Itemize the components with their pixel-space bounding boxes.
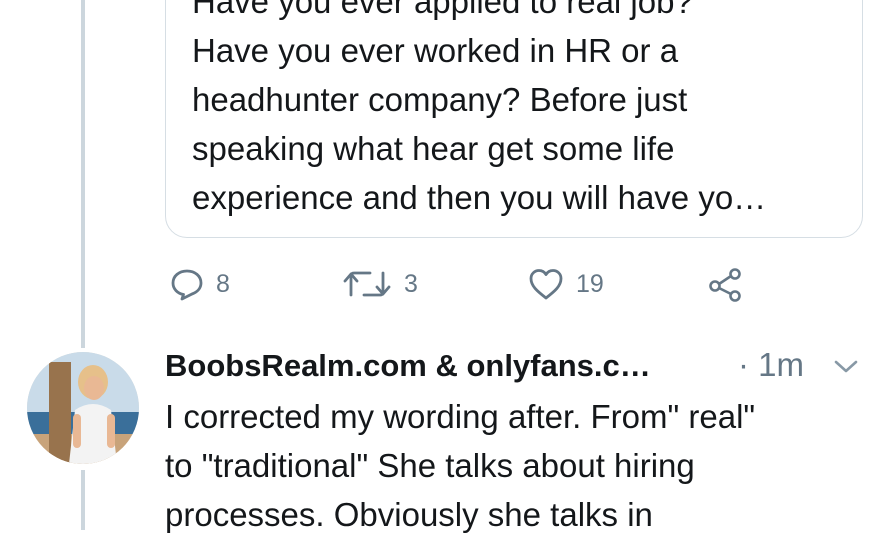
tweet-text-line: I corrected my wording after. From" real… (165, 398, 756, 435)
share-button[interactable] (708, 262, 744, 306)
avatar-photo (27, 352, 139, 464)
tweet-text: I corrected my wording after. From" real… (165, 392, 875, 539)
reply-count: 8 (216, 269, 230, 298)
quoted-tweet-line: headhunter company? Before just (192, 81, 688, 118)
quoted-tweet-line: speaking what hear get some life (192, 130, 675, 167)
thread-line-bottom (81, 470, 85, 530)
avatar[interactable] (27, 352, 139, 464)
quoted-tweet-line: experience and then you will have yo… (192, 179, 767, 216)
quoted-tweet-text: Have you ever applied to real job? Have … (192, 0, 852, 222)
like-count: 19 (576, 269, 604, 298)
quoted-tweet-line: Have you ever applied to real job? (192, 0, 693, 20)
share-icon (708, 266, 744, 302)
retweet-count: 3 (404, 269, 418, 298)
chevron-down-icon[interactable] (833, 358, 859, 381)
like-button[interactable]: 19 (528, 262, 604, 306)
quoted-tweet-line: Have you ever worked in HR or a (192, 32, 679, 69)
retweet-button[interactable]: 3 (342, 262, 418, 306)
tweet-timestamp[interactable]: · 1m (738, 346, 804, 384)
reply-button[interactable]: 8 (170, 262, 230, 306)
tweet-text-line: to "traditional" She talks about hiring (165, 447, 695, 484)
tweet-text-line: processes. Obviously she talks in (165, 496, 653, 533)
reply-icon (170, 267, 204, 301)
retweet-icon (342, 267, 392, 301)
like-icon (528, 267, 564, 301)
tweet-actions: 8 3 19 (0, 262, 890, 306)
author-name[interactable]: BoobsRealm.com & onlyfans.c… (165, 348, 651, 384)
quoted-tweet-card[interactable]: Have you ever applied to real job? Have … (165, 0, 863, 238)
tweet-header: BoobsRealm.com & onlyfans.c… · 1m (165, 346, 875, 390)
